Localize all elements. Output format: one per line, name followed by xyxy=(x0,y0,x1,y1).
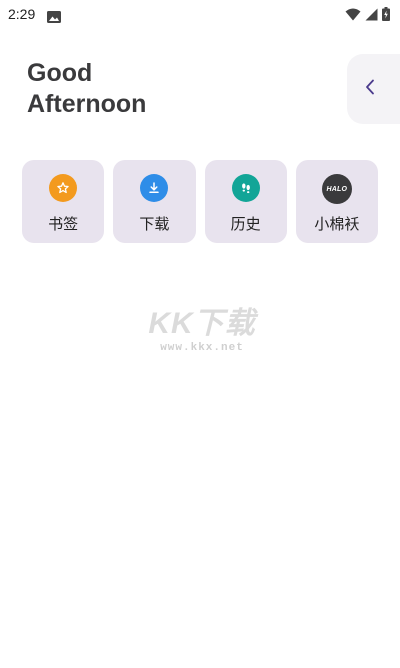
greeting-title: Good Afternoon xyxy=(27,58,146,120)
cellular-icon xyxy=(365,8,378,21)
watermark-url: www.kkx.net xyxy=(160,342,244,354)
status-bar: 2:29 xyxy=(0,0,400,28)
watermark: KK下载 www.kkx.net xyxy=(140,306,264,366)
status-time: 2:29 xyxy=(8,6,36,22)
tile-bookmarks[interactable]: 书签 xyxy=(22,160,105,243)
watermark-logo: KK下载 xyxy=(148,307,256,340)
halo-logo-text: HALO xyxy=(326,185,348,193)
tile-label: 历史 xyxy=(230,215,261,233)
status-left: 2:29 xyxy=(8,6,62,23)
tile-downloads[interactable]: 下载 xyxy=(113,160,196,243)
tile-label: 书签 xyxy=(48,215,79,233)
tile-label: 小棉袄 xyxy=(314,215,360,233)
battery-charging-icon xyxy=(382,7,390,21)
collapse-button[interactable] xyxy=(347,54,400,124)
gallery-icon xyxy=(47,8,62,23)
chevron-left-icon xyxy=(365,79,375,99)
wifi-icon xyxy=(345,8,361,21)
greeting-line-2: Afternoon xyxy=(27,90,147,118)
star-bookmark-icon xyxy=(49,174,78,202)
download-icon xyxy=(140,174,169,202)
status-right xyxy=(345,7,390,21)
footprints-icon xyxy=(231,174,260,202)
greeting-line-1: Good xyxy=(27,59,93,87)
halo-logo-icon: HALO xyxy=(321,174,352,204)
tile-xiaomianao[interactable]: HALO 小棉袄 xyxy=(295,160,378,243)
quick-access-tiles: 书签 下载 历史 HALO 小棉袄 xyxy=(22,160,378,243)
tile-history[interactable]: 历史 xyxy=(204,160,287,243)
tile-label: 下载 xyxy=(139,215,170,233)
